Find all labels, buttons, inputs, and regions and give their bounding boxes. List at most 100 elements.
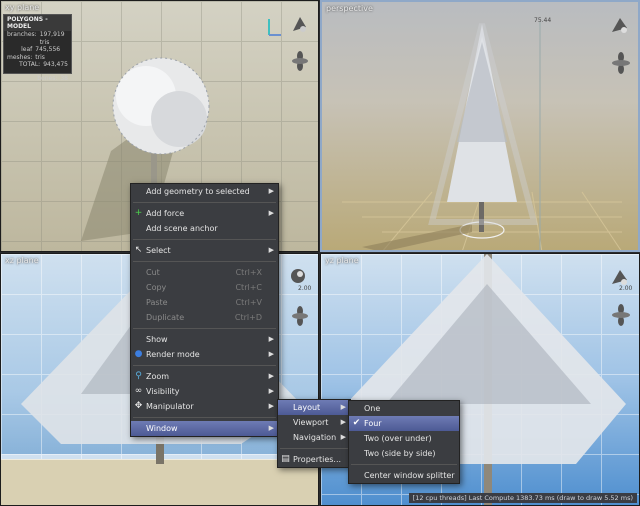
menu-item-label: Visibility [146,387,180,396]
viewport-label: xz plane [5,256,39,265]
cursor-icon: ↖ [134,245,143,255]
checkmark-icon: ✔ [352,418,361,428]
stats-bones-label: bones: [37,74,58,82]
window-submenu: Layout ▶ Viewport ▶ Navigation ▶ ▤ Propertie… [277,399,351,468]
menu-item-center-window-splitter[interactable]: Center window splitter [349,468,459,483]
menu-item-label: Four [364,419,382,428]
menu-item-label: Copy [146,283,167,292]
menu-separator [280,448,348,449]
menu-item-duplicate[interactable]: Duplicate Ctrl+D [131,310,278,325]
menu-item-label: Add geometry to selected [146,187,250,196]
menu-item-select[interactable]: ↖ Select ▶ [131,243,278,258]
menu-item-properties[interactable]: ▤ Properties... [278,452,350,467]
menu-item-label: Two (side by side) [364,449,436,458]
menu-item-paste[interactable]: Paste Ctrl+V [131,295,278,310]
menu-item-label: Zoom [146,372,170,381]
menu-item-window[interactable]: Window ▶ [131,421,278,436]
fan-icon[interactable] [290,306,310,326]
shortcut: Ctrl+D [234,313,262,322]
menu-separator [133,202,276,203]
submenu-arrow-icon: ▶ [340,403,346,411]
menu-item-label: Center window splitter [364,471,455,480]
menu-item-label: Show [146,335,168,344]
plus-icon: + [134,208,143,218]
menu-item-label: Add force [146,209,185,218]
menu-separator [133,239,276,240]
menu-item-label: Two (over under) [364,434,432,443]
menu-item-label: Duplicate [146,313,185,322]
stats-bones-value: 38 [60,74,68,82]
menu-item-label: Cut [146,268,160,277]
menu-item-add-scene-anchor[interactable]: Add scene anchor [131,221,278,236]
menu-separator [351,464,457,465]
light-icon[interactable] [608,266,632,288]
submenu-arrow-icon: ▶ [268,424,274,432]
menu-item-show[interactable]: Show ▶ [131,332,278,347]
axis-value: 75.44 [534,17,552,24]
context-menu: Add geometry to selected ▶ + Add force ▶ Ad… [130,183,279,437]
submenu-arrow-icon: ▶ [340,418,346,426]
fan-icon[interactable] [610,52,632,74]
menu-separator [133,261,276,262]
stats-header: POLYGONS - MODEL [4,15,71,31]
menu-item-layout[interactable]: Layout ▶ [278,400,350,415]
eye-icon: ∞ [134,386,143,396]
light-icon[interactable] [288,266,308,286]
menu-item-label: Properties... [293,455,342,464]
shortcut: Ctrl+V [235,298,262,307]
shortcut: Ctrl+C [235,283,262,292]
light-icon[interactable] [608,14,632,36]
menu-item-label: Viewport [293,418,329,427]
submenu-arrow-icon: ▶ [340,433,346,441]
menu-item-manipulator[interactable]: ✥ Manipulator ▶ [131,399,278,414]
menu-separator [133,417,276,418]
viewport-label: xy plane [5,3,40,12]
menu-separator [133,365,276,366]
stats-branches-value: 197,919 tris [39,31,65,46]
viewport-label: perspective [326,4,373,13]
menu-item-label: Layout [293,403,321,412]
menu-item-label: Paste [146,298,168,307]
menu-item-label: Select [146,246,171,255]
submenu-arrow-icon: ▶ [268,350,274,358]
menu-item-cut[interactable]: Cut Ctrl+X [131,265,278,280]
move-arrows-icon: ✥ [134,401,143,411]
stats-total-label: TOTAL: [19,61,41,68]
axis-gizmo-icon[interactable] [263,15,283,39]
fan-icon[interactable] [290,51,310,71]
properties-icon: ▤ [281,454,290,464]
submenu-arrow-icon: ▶ [268,246,274,254]
menu-item-copy[interactable]: Copy Ctrl+C [131,280,278,295]
menu-item-label: One [364,404,381,413]
stats-total-value: 943,475 [43,61,68,68]
menu-item-add-force[interactable]: + Add force ▶ [131,206,278,221]
menu-item-label: Manipulator [146,402,194,411]
submenu-arrow-icon: ▶ [268,187,274,195]
menu-item-layout-one[interactable]: One [349,401,459,416]
light-icon[interactable] [288,13,310,35]
scale-value: 2.00 [298,285,312,292]
menu-item-viewport[interactable]: Viewport ▶ [278,415,350,430]
viewport-label: yz plane [325,256,359,265]
menu-item-navigation[interactable]: Navigation ▶ [278,430,350,445]
menu-item-label: Render mode [146,350,200,359]
menu-item-label: Navigation [293,433,337,442]
menu-item-layout-two-side-by-side[interactable]: Two (side by side) [349,446,459,461]
menu-item-label: Add scene anchor [146,224,218,233]
magnifier-icon: ⚲ [135,371,142,381]
stats-branches-label: branches: [7,31,37,38]
stats-leaf-label: leaf meshes: [7,46,33,61]
status-bar: [12 cpu threads] Last Compute 1383.73 ms… [408,493,637,503]
submenu-arrow-icon: ▶ [268,402,274,410]
menu-item-add-geometry[interactable]: Add geometry to selected ▶ [131,184,278,199]
menu-item-zoom[interactable]: ⚲ Zoom ▶ [131,369,278,384]
menu-separator [133,328,276,329]
submenu-arrow-icon: ▶ [268,335,274,343]
viewport-perspective[interactable]: perspective 75.44 [320,0,640,252]
menu-item-visibility[interactable]: ∞ Visibility ▶ [131,384,278,399]
menu-item-layout-two-over-under[interactable]: Two (over under) [349,431,459,446]
submenu-arrow-icon: ▶ [268,372,274,380]
menu-item-layout-four[interactable]: ✔ Four [349,416,459,431]
menu-item-render-mode[interactable]: ● Render mode ▶ [131,347,278,362]
fan-icon[interactable] [610,304,632,326]
